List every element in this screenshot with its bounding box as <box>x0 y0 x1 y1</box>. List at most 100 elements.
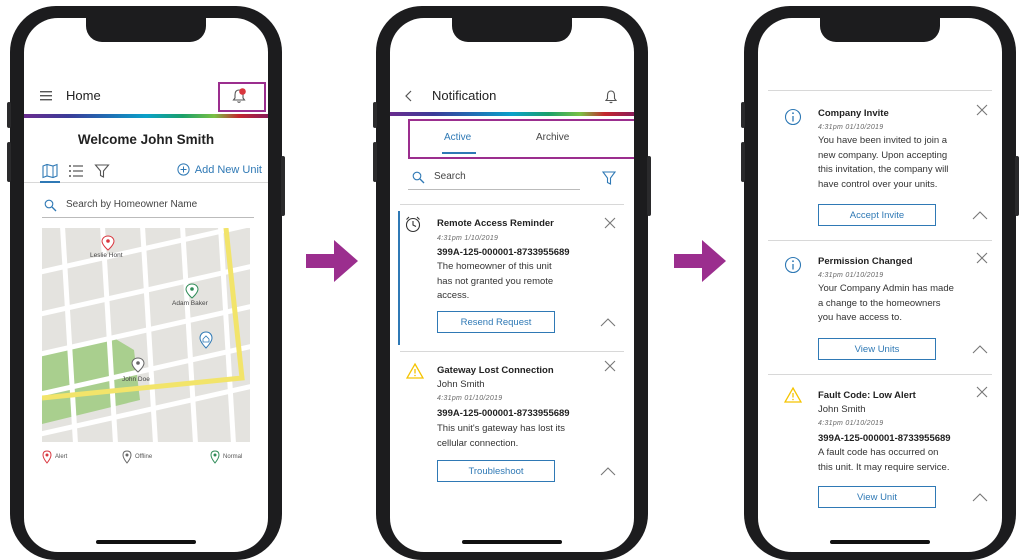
phone-notch <box>820 18 940 42</box>
filter-icon[interactable] <box>602 170 616 186</box>
notification-list-screen: Company Invite 4:31pm 01/10/2019 You hav… <box>758 18 1002 552</box>
card-body-line: The homeowner of this unit <box>437 261 552 272</box>
homeowner-map[interactable]: Leslie Hont Adam Baker John Doe <box>42 228 250 442</box>
close-icon[interactable] <box>976 104 988 116</box>
normal-pin-icon <box>210 450 220 464</box>
notification-header: Notification <box>390 84 634 108</box>
tabs-highlight-box <box>408 119 634 159</box>
card-timestamp: 4:31pm 01/10/2019 <box>818 124 884 131</box>
chevron-up-icon[interactable] <box>972 344 988 354</box>
close-icon[interactable] <box>604 217 616 229</box>
card-title: Company Invite <box>818 108 889 119</box>
info-icon <box>784 108 802 126</box>
notification-search-input[interactable]: Search <box>408 168 580 190</box>
card-body: You have been invited to join a new comp… <box>818 134 948 192</box>
chevron-up-icon[interactable] <box>600 317 616 327</box>
card-body-line: has not granted you remote <box>437 275 554 287</box>
map-label-john-doe: John Doe <box>122 376 150 383</box>
notification-screen: Notification Active Archive Search Remot… <box>390 18 634 552</box>
warning-triangle-icon <box>784 386 802 403</box>
view-unit-button[interactable]: View Unit <box>818 486 936 508</box>
back-chevron-icon[interactable] <box>404 89 414 103</box>
brand-color-bar <box>390 112 634 116</box>
legend-alert: Alert <box>42 450 67 464</box>
card-body-line: Your Company Admin has made <box>818 283 954 294</box>
chevron-up-icon[interactable] <box>972 492 988 502</box>
phone-notch <box>452 18 572 42</box>
home-indicator <box>96 540 196 544</box>
search-placeholder: Search <box>434 171 466 182</box>
legend-offline-label: Offline <box>135 454 153 460</box>
offline-pin-icon <box>122 450 132 464</box>
unit-id: 399A-125-000001-8733955689 <box>437 247 570 258</box>
page-title: Notification <box>432 88 497 103</box>
view-toolbar: Add New Unit <box>42 163 262 183</box>
search-icon <box>44 199 57 212</box>
card-divider <box>768 90 992 91</box>
phone-side-button <box>281 156 285 216</box>
notification-card[interactable]: Fault Code: Low Alert John Smith 4:31pm … <box>758 376 1002 508</box>
phone-home: Home Welcome John Smith Add New Unit Sea… <box>7 6 285 560</box>
card-body-line: this invitation, the company will <box>818 164 949 175</box>
card-title: Permission Changed <box>818 256 913 267</box>
notification-bell-icon[interactable] <box>604 89 618 105</box>
map-view-icon[interactable] <box>42 163 58 179</box>
home-indicator <box>462 540 562 544</box>
card-body-line: You have been invited to join a <box>818 135 948 146</box>
card-divider <box>768 374 992 375</box>
notification-card[interactable]: Gateway Lost Connection John Smith 4:31p… <box>390 352 634 482</box>
home-screen: Home Welcome John Smith Add New Unit Sea… <box>24 18 268 552</box>
card-body-line: you have access to. <box>818 312 902 323</box>
homeowner-search-input[interactable]: Search by Homeowner Name <box>42 196 254 218</box>
unit-id: 399A-125-000001-8733955689 <box>437 408 570 419</box>
card-timestamp: 4:31pm 1/10/2019 <box>437 235 499 242</box>
phone-side-button <box>741 142 745 182</box>
map-view-selected-indicator <box>40 181 60 183</box>
add-new-unit-button[interactable]: Add New Unit <box>177 163 262 176</box>
card-divider <box>768 240 992 241</box>
phone-side-button <box>741 102 745 128</box>
map-label-leslie-hont: Leslie Hont <box>90 252 123 259</box>
notification-card[interactable]: Company Invite 4:31pm 01/10/2019 You hav… <box>758 92 1002 240</box>
chevron-up-icon[interactable] <box>972 210 988 220</box>
card-body-line: This unit's gateway has lost its <box>437 423 566 434</box>
card-body: Your Company Admin has made a change to … <box>818 282 954 326</box>
notification-card[interactable]: Remote Access Reminder 4:31pm 1/10/2019 … <box>390 205 634 351</box>
view-units-button[interactable]: View Units <box>818 338 936 360</box>
map-canvas <box>42 228 250 442</box>
home-indicator <box>830 540 930 544</box>
phone-side-button <box>1015 156 1019 216</box>
notification-card[interactable]: Permission Changed 4:31pm 01/10/2019 You… <box>758 242 1002 374</box>
phone-side-button <box>7 142 11 182</box>
phone-notch <box>86 18 206 42</box>
legend-normal: Normal <box>210 450 242 464</box>
close-icon[interactable] <box>976 386 988 398</box>
close-icon[interactable] <box>604 360 616 372</box>
unit-id: 399A-125-000001-8733955689 <box>818 433 951 444</box>
toolbar-divider <box>24 182 268 183</box>
page-title: Home <box>66 88 101 103</box>
resend-request-button[interactable]: Resend Request <box>437 311 555 333</box>
close-icon[interactable] <box>976 252 988 264</box>
card-timestamp: 4:31pm 01/10/2019 <box>818 272 884 279</box>
accept-invite-button[interactable]: Accept Invite <box>818 204 936 226</box>
legend-alert-label: Alert <box>55 454 68 460</box>
card-body-line: cellular connection. <box>437 437 519 449</box>
filter-icon[interactable] <box>94 163 110 179</box>
info-icon <box>784 256 802 274</box>
brand-color-bar <box>24 114 268 118</box>
list-view-icon[interactable] <box>68 163 84 179</box>
card-homeowner: John Smith <box>437 379 485 390</box>
troubleshoot-button[interactable]: Troubleshoot <box>437 460 555 482</box>
card-title: Gateway Lost Connection <box>437 365 554 376</box>
card-body: This unit's gateway has lost its cellula… <box>437 422 565 451</box>
flow-arrow-icon <box>306 240 358 282</box>
card-body-line: access. <box>437 290 470 301</box>
card-homeowner: John Smith <box>818 404 866 415</box>
phone-side-button <box>7 102 11 128</box>
hamburger-menu-icon[interactable] <box>40 91 52 101</box>
phone-side-button <box>373 102 377 128</box>
unread-indicator <box>398 211 400 345</box>
card-body-line: a change to the homeowners <box>818 297 941 309</box>
chevron-up-icon[interactable] <box>600 466 616 476</box>
